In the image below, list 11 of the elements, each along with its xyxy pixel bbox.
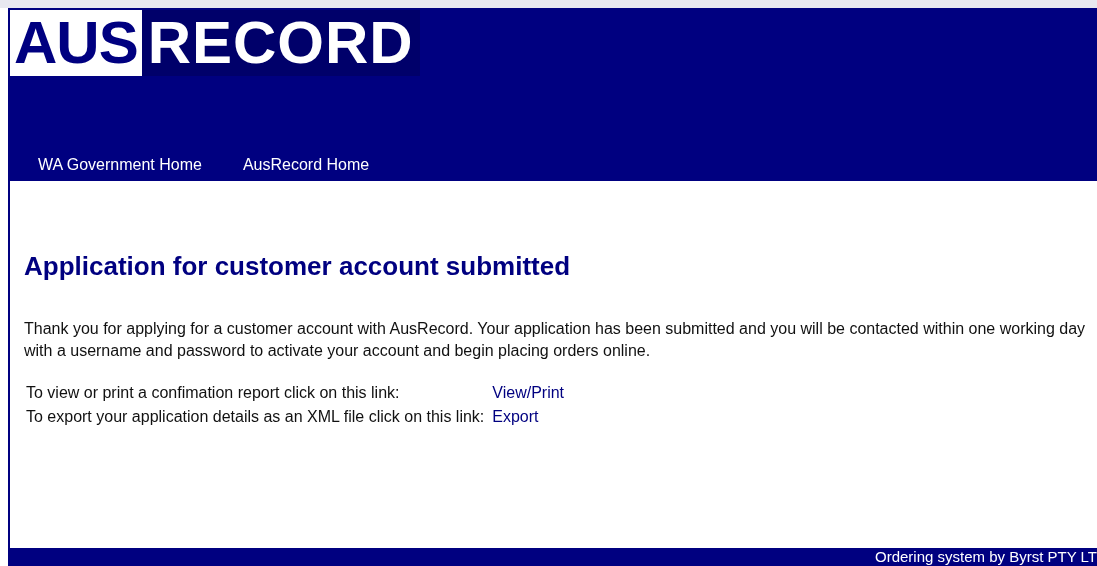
logo-text: AUS	[10, 10, 142, 76]
logo-text: RECORD	[146, 10, 414, 76]
link-label: To export your application details as an XML file click on this link:	[26, 408, 485, 426]
message-text: Thank you for applying for a customer account with AusRecord. Your application has been submitted and you will be contacted within one working day with a username and password to activate your account and begin placing orders online.	[24, 319, 1087, 361]
nav-link[interactable]: WA Government Home	[38, 156, 202, 174]
text-link[interactable]: View/Print	[492, 384, 565, 402]
nav-link[interactable]: AusRecord Home	[242, 156, 370, 174]
footer-text: Ordering system by Byrst PTY LT	[875, 548, 1097, 566]
link-label: To view or print a confimation report click on this link:	[26, 384, 401, 402]
text-link[interactable]: Export	[492, 408, 565, 426]
page-heading: Application for customer account submitted	[24, 251, 572, 282]
